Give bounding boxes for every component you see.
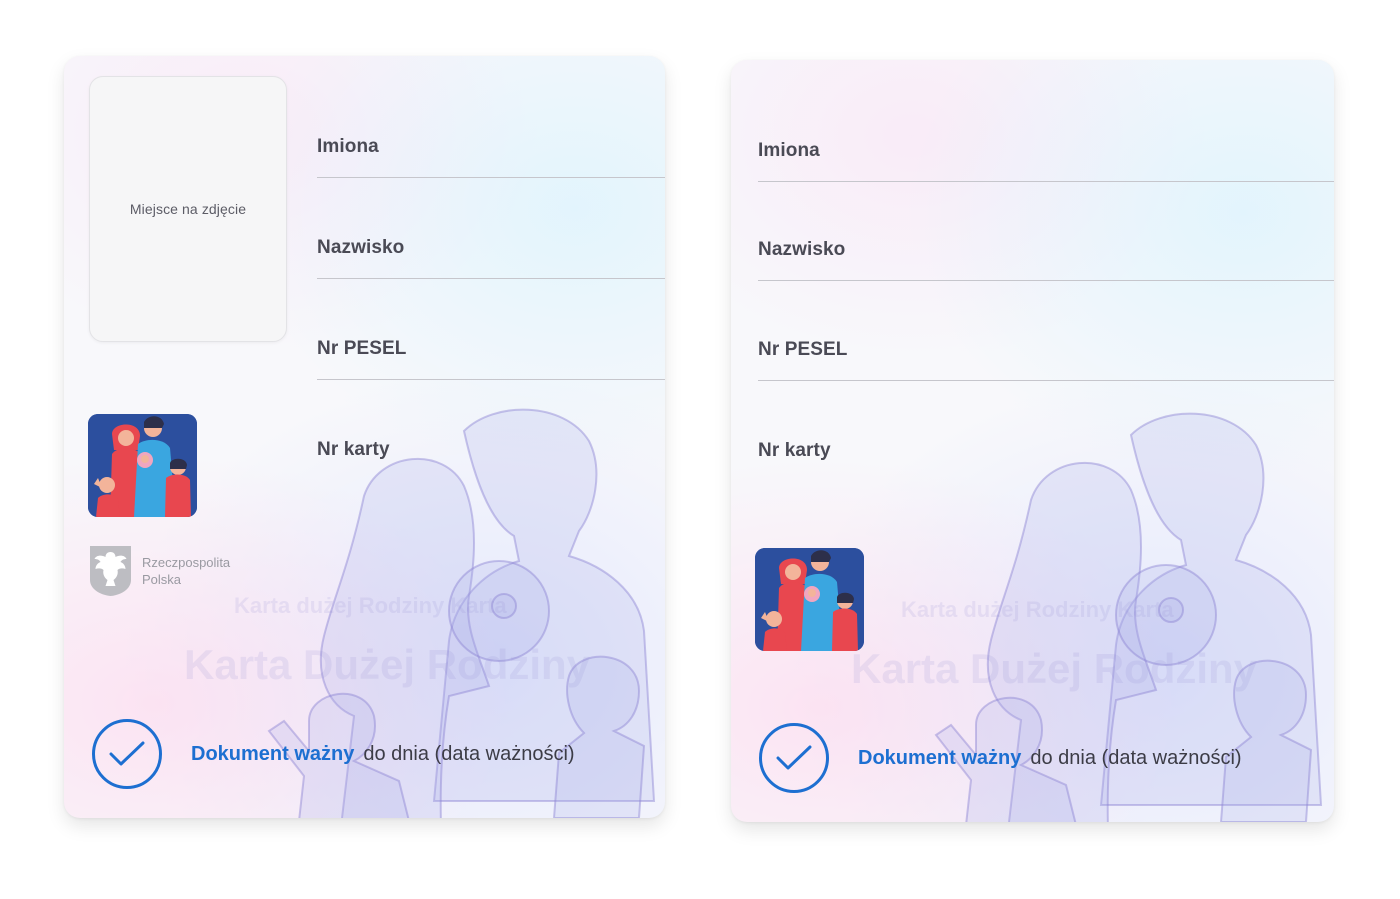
- validity-date-text: do dnia (data ważności): [363, 742, 575, 765]
- validity-row: Dokument ważny do dnia (data ważności): [92, 719, 575, 789]
- watermark-large-text: Karta Dużej Rodziny: [184, 641, 591, 688]
- field-nr-pesel: Nr PESEL: [758, 339, 1334, 381]
- validity-date-text: do dnia (data ważności): [1030, 746, 1242, 769]
- field-underline: [317, 379, 665, 380]
- field-underline: [758, 380, 1334, 381]
- field-label-nr-pesel: Nr PESEL: [758, 339, 848, 360]
- field-nazwisko: Nazwisko: [317, 237, 665, 279]
- field-nr-karty: Nr karty: [317, 439, 665, 469]
- field-imiona: Imiona: [317, 136, 665, 178]
- check-circle: [759, 723, 829, 793]
- validity-strong-text: Dokument ważny: [191, 742, 355, 765]
- field-underline: [317, 278, 665, 279]
- field-label-nazwisko: Nazwisko: [758, 239, 846, 260]
- family-card-front-without-photo: Karta dużej Rodziny Karta Karta Dużej Ro…: [731, 60, 1334, 822]
- family-icon: [88, 414, 197, 517]
- family-card-front-with-photo: Karta dużej Rodziny Karta Karta Dużej Ro…: [64, 56, 665, 818]
- canvas: Karta dużej Rodziny Karta Karta Dużej Ro…: [0, 0, 1400, 899]
- white-eagle-emblem-icon: [90, 546, 131, 596]
- field-underline: [758, 280, 1334, 281]
- field-nr-karty: Nr karty: [758, 440, 1334, 470]
- field-label-nr-karty: Nr karty: [317, 439, 390, 460]
- checkmark-icon: [109, 741, 145, 766]
- field-nazwisko: Nazwisko: [758, 239, 1334, 281]
- field-label-nr-pesel: Nr PESEL: [317, 338, 407, 359]
- emblem-text-line2: Polska: [142, 572, 182, 587]
- watermark-large-text: Karta Dużej Rodziny: [851, 645, 1258, 692]
- field-underline: [758, 181, 1334, 182]
- field-label-imiona: Imiona: [758, 140, 820, 161]
- field-nr-pesel: Nr PESEL: [317, 338, 665, 380]
- watermark-small-text: Karta dużej Rodziny Karta: [234, 593, 507, 618]
- photo-placeholder-label: Miejsce na zdjęcie: [129, 201, 247, 217]
- validity-row: Dokument ważny do dnia (data ważności): [759, 723, 1242, 793]
- field-label-nr-karty: Nr karty: [758, 440, 831, 461]
- field-label-imiona: Imiona: [317, 136, 379, 157]
- check-circle: [92, 719, 162, 789]
- watermark-small-text: Karta dużej Rodziny Karta: [901, 597, 1174, 622]
- rzeczpospolita-polska-emblem: Rzeczpospolita Polska: [88, 544, 230, 598]
- field-underline: [317, 177, 665, 178]
- checkmark-icon: [776, 745, 812, 770]
- emblem-text-line1: Rzeczpospolita: [142, 555, 231, 570]
- family-icon: [755, 548, 864, 651]
- photo-placeholder[interactable]: Miejsce na zdjęcie: [89, 76, 287, 342]
- field-label-nazwisko: Nazwisko: [317, 237, 405, 258]
- validity-strong-text: Dokument ważny: [858, 746, 1022, 769]
- field-imiona: Imiona: [758, 140, 1334, 182]
